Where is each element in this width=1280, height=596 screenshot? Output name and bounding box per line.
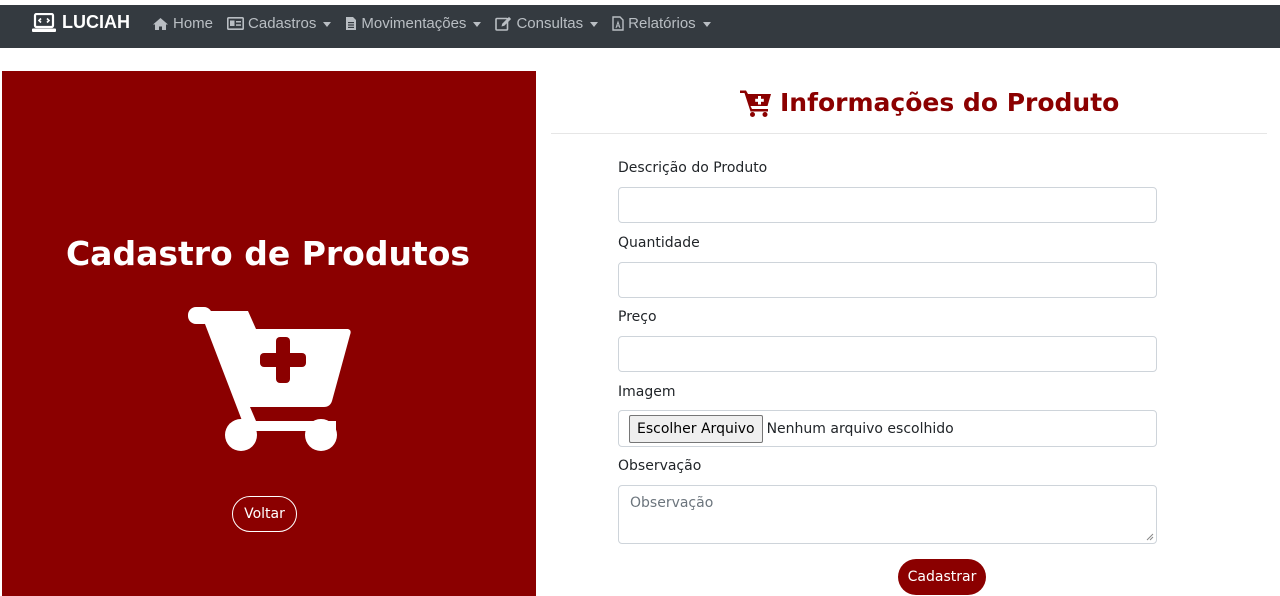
brand-logo[interactable]: LUCIAH [32, 12, 130, 33]
file-text-icon [346, 17, 357, 30]
nav-consultas[interactable]: Consultas [495, 15, 599, 32]
imagem-file-input[interactable]: Escolher Arquivo Nenhum arquivo escolhid… [618, 410, 1157, 447]
observacao-placeholder: Observação [630, 495, 714, 511]
nav-consultas-label: Consultas [516, 15, 584, 32]
nav-home-label: Home [173, 15, 214, 32]
nav-movimentacoes-label: Movimentações [361, 15, 467, 32]
brand-name: LUCIAH [62, 12, 130, 32]
observacao-textarea[interactable]: Observação [618, 485, 1157, 544]
voltar-button[interactable]: Voltar [232, 496, 297, 532]
chevron-down-icon [323, 22, 332, 27]
id-card-icon [227, 17, 245, 30]
cart-plus-icon [740, 90, 771, 117]
chevron-down-icon [473, 22, 482, 27]
nav-relatorios[interactable]: Relatórios [612, 15, 711, 32]
edit-icon [495, 16, 512, 31]
nav-cadastros-label: Cadastros [248, 15, 317, 32]
preco-input[interactable] [618, 336, 1157, 372]
descricao-label: Descrição do Produto [618, 160, 768, 176]
nav-cadastros[interactable]: Cadastros [227, 15, 332, 32]
descricao-input[interactable] [618, 187, 1157, 223]
hero-title: Cadastro de Produtos [65, 234, 471, 273]
title-divider [551, 133, 1267, 134]
form-title-text: Informações do Produto [780, 88, 1120, 117]
chevron-down-icon [590, 22, 599, 27]
nav-relatorios-label: Relatórios [628, 15, 696, 32]
file-status-text: Nenhum arquivo escolhido [766, 420, 954, 437]
imagem-label: Imagem [618, 384, 676, 400]
cart-plus-icon [188, 307, 351, 451]
quantidade-input[interactable] [618, 262, 1157, 298]
chevron-down-icon [702, 22, 711, 27]
nav-movimentacoes[interactable]: Movimentações [345, 15, 482, 32]
file-pdf-icon [612, 16, 624, 31]
quantidade-label: Quantidade [618, 235, 700, 251]
cadastrar-button[interactable]: Cadastrar [898, 559, 986, 595]
form-title: Informações do Produto [740, 88, 1119, 117]
top-navbar: LUCIAH Home Cadastros Movimentações Cons… [0, 5, 1280, 48]
choose-file-button[interactable]: Escolher Arquivo [629, 414, 763, 443]
laptop-code-icon [32, 12, 56, 32]
nav-home[interactable]: Home [152, 15, 213, 32]
resize-grip-icon[interactable] [1146, 533, 1154, 541]
observacao-label: Observação [618, 458, 702, 474]
preco-label: Preço [618, 309, 657, 325]
home-icon [153, 17, 168, 30]
